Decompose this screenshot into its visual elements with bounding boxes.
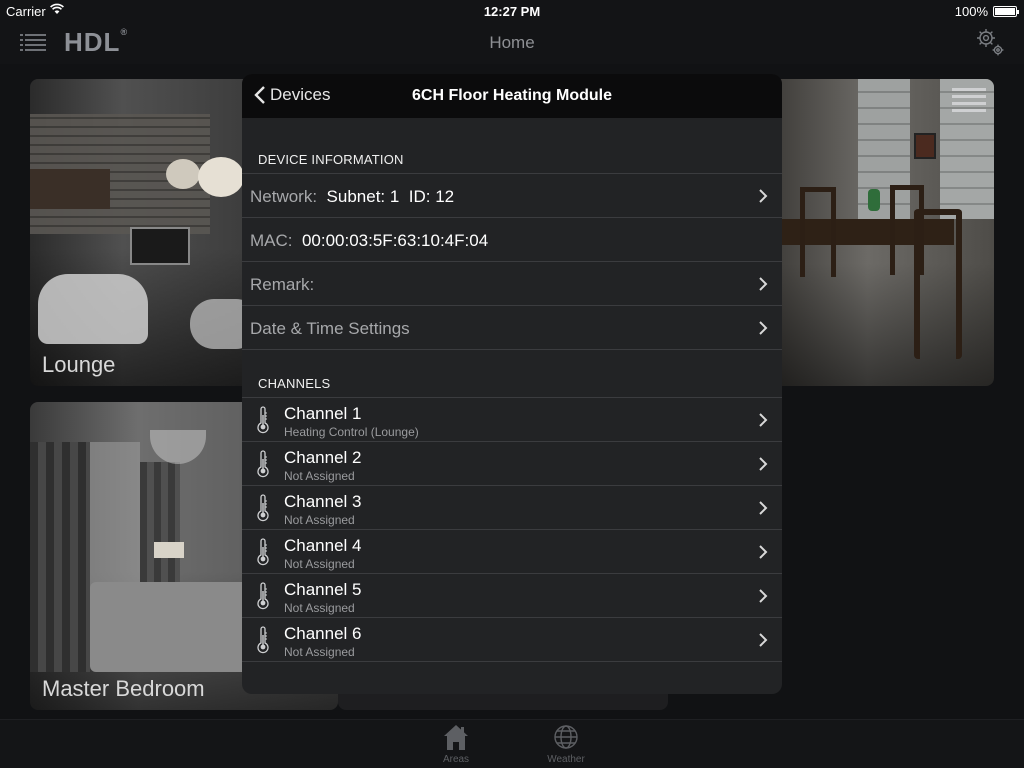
thermometer-icon bbox=[257, 626, 269, 654]
date-time-settings-label: Date & Time Settings bbox=[250, 319, 410, 338]
area-label: Lounge bbox=[42, 352, 116, 377]
shelf-image bbox=[30, 169, 110, 209]
vase-image bbox=[868, 189, 880, 211]
remark-label: Remark: bbox=[250, 275, 315, 294]
dining-chair-image bbox=[914, 209, 962, 359]
area-card-lounge[interactable]: Lounge bbox=[30, 79, 260, 386]
channel-row[interactable]: Channel 5 Not Assigned bbox=[242, 574, 782, 618]
channel-assignment: Not Assigned bbox=[284, 513, 355, 527]
remark-row[interactable]: Remark: bbox=[242, 262, 782, 306]
channel-name: Channel 5 bbox=[284, 580, 362, 599]
chevron-right-icon bbox=[759, 189, 768, 203]
network-value: Subnet: 1 ID: 12 bbox=[326, 187, 455, 206]
chevron-right-icon bbox=[759, 545, 768, 559]
settings-gear-icon[interactable] bbox=[974, 26, 1006, 58]
chandelier-image bbox=[150, 430, 206, 464]
chevron-right-icon bbox=[759, 277, 768, 291]
thermometer-icon bbox=[257, 494, 269, 522]
date-time-settings-row[interactable]: Date & Time Settings bbox=[242, 306, 782, 350]
area-card-dining[interactable] bbox=[764, 79, 994, 386]
dining-chair-image bbox=[800, 187, 836, 277]
tab-label: Weather bbox=[547, 754, 585, 765]
tv-image bbox=[130, 227, 190, 265]
armchair-image bbox=[38, 274, 148, 344]
thermometer-icon bbox=[257, 582, 269, 610]
network-label: Network: Subnet: 1 ID: 12 bbox=[250, 187, 455, 206]
page-title: Home bbox=[489, 33, 535, 52]
wall-picture-image bbox=[914, 133, 936, 159]
network-row[interactable]: Network: Subnet: 1 ID: 12 bbox=[242, 174, 782, 218]
pendant-lamp-image bbox=[198, 157, 244, 197]
channel-name: Channel 3 bbox=[284, 492, 362, 511]
curtain-image bbox=[30, 442, 90, 672]
popover-title: 6CH Floor Heating Module bbox=[412, 87, 612, 104]
chevron-right-icon bbox=[759, 321, 768, 335]
battery-icon bbox=[993, 6, 1019, 17]
chevron-right-icon bbox=[759, 501, 768, 515]
clock: 12:27 PM bbox=[483, 4, 541, 19]
channel-assignment: Heating Control (Lounge) bbox=[284, 425, 419, 439]
channel-assignment: Not Assigned bbox=[284, 645, 355, 659]
mac-value: 00:00:03:5F:63:10:4F:04 bbox=[301, 231, 489, 250]
house-icon bbox=[442, 723, 470, 751]
divider bbox=[242, 661, 782, 662]
chevron-right-icon bbox=[759, 589, 768, 603]
channel-row[interactable]: Channel 1 Heating Control (Lounge) bbox=[242, 398, 782, 442]
mac-label: MAC: 00:00:03:5F:63:10:4F:04 bbox=[250, 231, 489, 250]
pendant-lamp-image bbox=[166, 159, 200, 189]
channel-row[interactable]: Channel 6 Not Assigned bbox=[242, 618, 782, 662]
section-title-channels: CHANNELS bbox=[258, 376, 331, 391]
divider bbox=[242, 349, 782, 350]
tab-weather[interactable]: Weather bbox=[526, 720, 606, 768]
reorder-handle-icon[interactable] bbox=[952, 88, 986, 112]
device-popover: Devices 6CH Floor Heating Module DEVICE … bbox=[242, 74, 782, 694]
channel-name: Channel 1 bbox=[284, 404, 362, 423]
mac-row: MAC: 00:00:03:5F:63:10:4F:04 bbox=[242, 218, 782, 262]
chevron-right-icon bbox=[759, 457, 768, 471]
tab-label: Areas bbox=[442, 754, 470, 765]
globe-icon bbox=[552, 723, 580, 751]
channel-assignment: Not Assigned bbox=[284, 557, 355, 571]
channel-name: Channel 2 bbox=[284, 448, 362, 467]
status-bar: Carrier 12:27 PM 100% bbox=[0, 0, 1024, 22]
thermometer-icon bbox=[257, 450, 269, 478]
channel-assignment: Not Assigned bbox=[284, 601, 355, 615]
channel-row[interactable]: Channel 3 Not Assigned bbox=[242, 486, 782, 530]
tab-bar: Areas Weather bbox=[0, 719, 1024, 768]
area-label: Master Bedroom bbox=[42, 676, 205, 701]
thermometer-icon bbox=[257, 538, 269, 566]
channel-name: Channel 6 bbox=[284, 624, 362, 643]
channel-row[interactable]: Channel 2 Not Assigned bbox=[242, 442, 782, 486]
channel-name: Channel 4 bbox=[284, 536, 362, 555]
channel-assignment: Not Assigned bbox=[284, 469, 355, 483]
popover-header: Devices 6CH Floor Heating Module bbox=[242, 74, 782, 118]
section-title-device-information: DEVICE INFORMATION bbox=[258, 152, 404, 167]
bedside-lamp-image bbox=[154, 542, 184, 558]
chevron-right-icon bbox=[759, 413, 768, 427]
chevron-right-icon bbox=[759, 633, 768, 647]
thermometer-icon bbox=[257, 406, 269, 434]
tab-areas[interactable]: Areas bbox=[416, 720, 496, 768]
channel-row[interactable]: Channel 4 Not Assigned bbox=[242, 530, 782, 574]
battery-percent: 100% bbox=[954, 4, 988, 19]
nav-bar: HDL® Home bbox=[0, 22, 1024, 64]
